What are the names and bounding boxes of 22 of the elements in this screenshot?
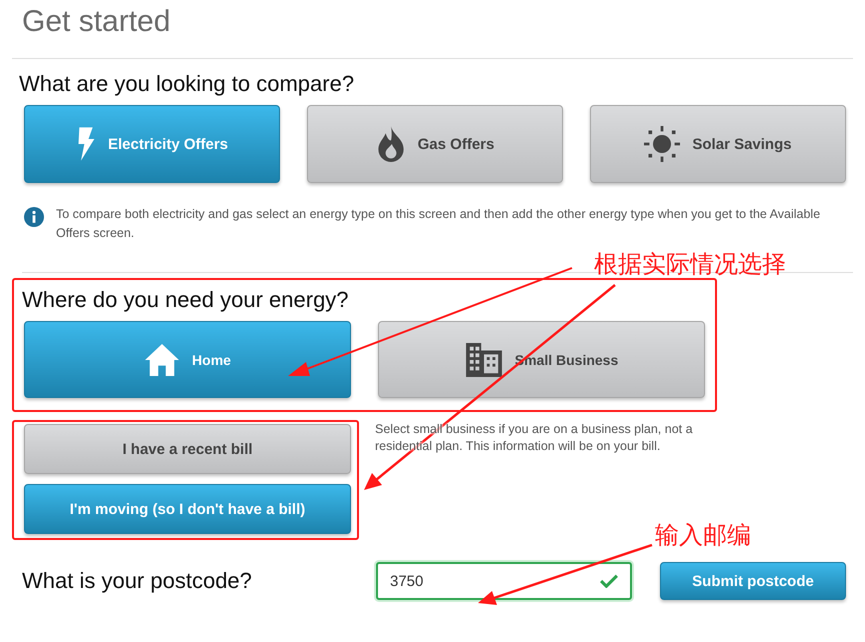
sun-icon [644,126,680,162]
location-button[interactable]: Home [24,321,351,398]
section-heading: Where do you need your energy? [22,287,350,313]
annotation-note: 根据实际情况选择 [594,250,786,278]
bill-option-button[interactable]: I'm moving (so I don't have a bill) [24,484,351,534]
building-icon [464,342,503,376]
bill-option-button[interactable]: I have a recent bill [24,424,351,474]
house-icon [144,344,180,376]
energy-type-button[interactable]: Gas Offers [307,105,563,183]
info-icon [24,207,44,227]
flame-icon [376,126,406,162]
postcode-label: What is your postcode? [22,568,253,594]
submit-postcode-button[interactable]: Submit postcode [660,562,846,600]
energy-type-button[interactable]: Electricity Offers [24,105,280,183]
lightning-icon [76,126,96,162]
page-title: Get started [21,4,172,40]
annotation-note: 输入邮编 [655,521,751,549]
info-text: To compare both electricity and gas select an energy type on this screen and then add the other energy type when you get to the Available Offers screen. [56,206,822,242]
postcode-field[interactable]: 3750 [376,562,632,600]
checkmark-icon [600,574,618,588]
section-heading: What are you looking to compare? [19,71,356,97]
energy-type-button[interactable]: Solar Savings [590,105,846,183]
